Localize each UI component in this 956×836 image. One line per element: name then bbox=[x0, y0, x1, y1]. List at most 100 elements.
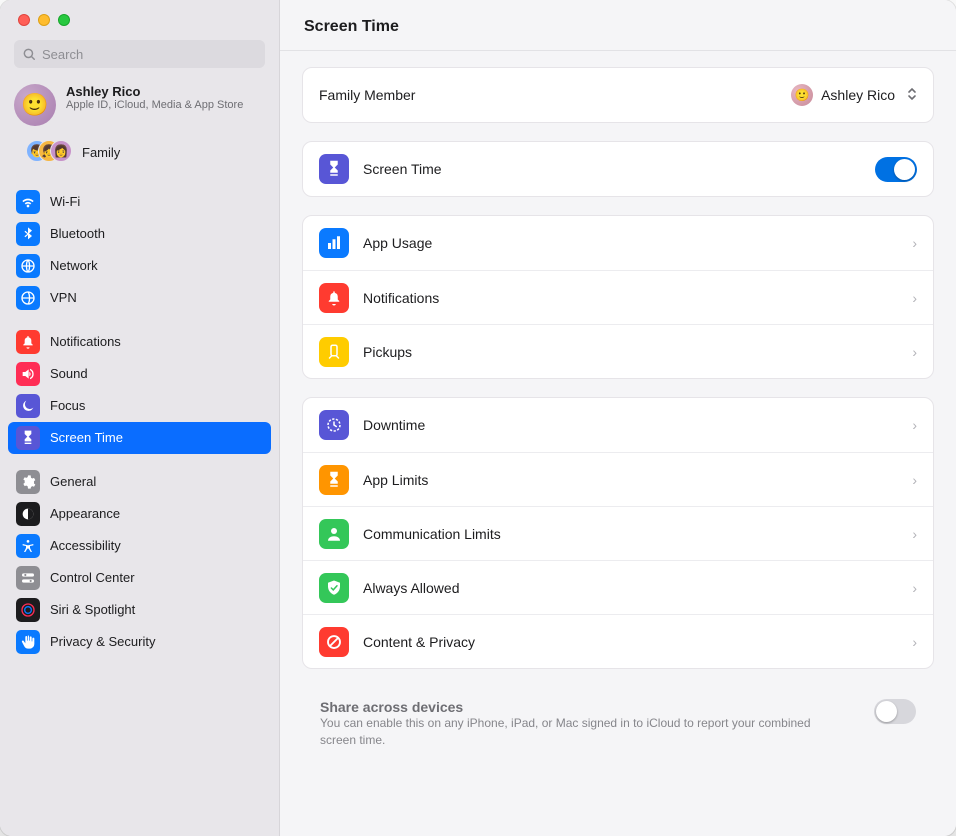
zoom-window-button[interactable] bbox=[58, 14, 70, 26]
pickups-icon bbox=[319, 337, 349, 367]
sidebar-item-label: Privacy & Security bbox=[50, 630, 155, 654]
screen-time-label: Screen Time bbox=[363, 161, 861, 177]
hourglass-icon bbox=[319, 154, 349, 184]
sidebar-item-family[interactable]: 👦👧👩 Family bbox=[0, 134, 279, 176]
share-description: You can enable this on any iPhone, iPad,… bbox=[320, 715, 820, 749]
sidebar-item-privacy-security[interactable]: Privacy & Security bbox=[8, 626, 271, 658]
row-communication-limits[interactable]: Communication Limits › bbox=[303, 506, 933, 560]
row-label: Content & Privacy bbox=[363, 634, 898, 650]
sidebar-item-wi-fi[interactable]: Wi-Fi bbox=[8, 186, 271, 218]
sidebar-item-label: Notifications bbox=[50, 330, 121, 354]
sidebar-item-label: Network bbox=[50, 254, 98, 278]
share-card: Share across devices You can enable this… bbox=[302, 687, 934, 761]
row-label: Downtime bbox=[363, 417, 898, 433]
sidebar-item-label: Focus bbox=[50, 394, 85, 418]
family-label: Family bbox=[82, 145, 120, 160]
content-pane: Screen Time Family Member 🙂 Ashley Rico bbox=[280, 0, 956, 836]
sidebar-group-2: Notifications Sound Focus Screen Time bbox=[8, 320, 271, 460]
sidebar-item-label: Wi-Fi bbox=[50, 190, 80, 214]
family-member-value: Ashley Rico bbox=[821, 87, 895, 103]
hand-icon bbox=[16, 630, 40, 654]
sidebar-item-control-center[interactable]: Control Center bbox=[8, 562, 271, 594]
network-icon bbox=[16, 254, 40, 278]
chevron-right-icon: › bbox=[912, 526, 917, 542]
share-row: Share across devices You can enable this… bbox=[302, 687, 934, 761]
page-title: Screen Time bbox=[304, 18, 932, 36]
account-subtitle: Apple ID, iCloud, Media & App Store bbox=[66, 99, 243, 113]
minimize-window-button[interactable] bbox=[38, 14, 50, 26]
search-input[interactable] bbox=[14, 40, 265, 68]
avatar: 🙂 bbox=[14, 84, 56, 126]
sidebar-group-3: General Appearance Accessibility Control Ce… bbox=[8, 460, 271, 664]
sidebar-item-general[interactable]: General bbox=[8, 466, 271, 498]
sidebar-item-appearance[interactable]: Appearance bbox=[8, 498, 271, 530]
row-label: Communication Limits bbox=[363, 526, 898, 542]
sidebar-item-label: Siri & Spotlight bbox=[50, 598, 135, 622]
sidebar-item-sound[interactable]: Sound bbox=[8, 358, 271, 390]
account-name: Ashley Rico bbox=[66, 84, 243, 99]
row-notifications[interactable]: Notifications › bbox=[303, 270, 933, 324]
sidebar-item-label: Screen Time bbox=[50, 426, 123, 450]
switches-icon bbox=[16, 566, 40, 590]
sidebar-item-notifications[interactable]: Notifications bbox=[8, 326, 271, 358]
hourglass-icon bbox=[319, 465, 349, 495]
screen-time-toggle[interactable] bbox=[875, 157, 917, 182]
sidebar-item-apple-id[interactable]: 🙂 Ashley Rico Apple ID, iCloud, Media & … bbox=[0, 76, 279, 134]
screen-time-row: Screen Time bbox=[303, 142, 933, 196]
person-icon bbox=[319, 519, 349, 549]
sound-icon bbox=[16, 362, 40, 386]
bell-icon bbox=[319, 283, 349, 313]
moon-icon bbox=[16, 394, 40, 418]
content-body: Family Member 🙂 Ashley Rico bbox=[280, 51, 956, 791]
family-member-popup[interactable]: 🙂 Ashley Rico bbox=[791, 84, 917, 106]
close-window-button[interactable] bbox=[18, 14, 30, 26]
vpn-icon bbox=[16, 286, 40, 310]
sidebar-item-accessibility[interactable]: Accessibility bbox=[8, 530, 271, 562]
sidebar-item-label: Control Center bbox=[50, 566, 135, 590]
chevron-right-icon: › bbox=[912, 580, 917, 596]
row-label: Pickups bbox=[363, 344, 898, 360]
limits-card: Downtime›App Limits›Communication Limits… bbox=[302, 397, 934, 669]
sidebar-item-network[interactable]: Network bbox=[8, 250, 271, 282]
system-settings-window: 🙂 Ashley Rico Apple ID, iCloud, Media & … bbox=[0, 0, 956, 836]
gear-icon bbox=[16, 470, 40, 494]
sidebar-group-1: Wi-Fi Bluetooth Network VPN bbox=[8, 180, 271, 320]
screen-time-toggle-card: Screen Time bbox=[302, 141, 934, 197]
row-always-allowed[interactable]: Always Allowed › bbox=[303, 560, 933, 614]
share-toggle[interactable] bbox=[874, 699, 916, 724]
popup-arrows-icon bbox=[907, 87, 917, 104]
bluetooth-icon bbox=[16, 222, 40, 246]
row-app-usage[interactable]: App Usage › bbox=[303, 216, 933, 270]
row-app-limits[interactable]: App Limits › bbox=[303, 452, 933, 506]
sidebar-item-label: General bbox=[50, 470, 96, 494]
family-member-row[interactable]: Family Member 🙂 Ashley Rico bbox=[303, 68, 933, 122]
appearance-icon bbox=[16, 502, 40, 526]
sidebar-item-label: Accessibility bbox=[50, 534, 121, 558]
wifi-icon bbox=[16, 190, 40, 214]
siri-icon bbox=[16, 598, 40, 622]
window-controls bbox=[0, 0, 279, 40]
sidebar-item-label: VPN bbox=[50, 286, 77, 310]
chevron-right-icon: › bbox=[912, 290, 917, 306]
row-content-privacy[interactable]: Content & Privacy› bbox=[303, 614, 933, 668]
clock-icon bbox=[319, 410, 349, 440]
family-avatars: 👦👧👩 bbox=[26, 140, 72, 164]
sidebar-item-screen-time[interactable]: Screen Time bbox=[8, 422, 271, 454]
row-label: Notifications bbox=[363, 290, 898, 306]
sidebar-item-bluetooth[interactable]: Bluetooth bbox=[8, 218, 271, 250]
sidebar-item-focus[interactable]: Focus bbox=[8, 390, 271, 422]
chevron-right-icon: › bbox=[912, 235, 917, 251]
chevron-right-icon: › bbox=[912, 344, 917, 360]
share-title: Share across devices bbox=[320, 699, 858, 715]
sidebar-item-siri-spotlight[interactable]: Siri & Spotlight bbox=[8, 594, 271, 626]
row-downtime[interactable]: Downtime› bbox=[303, 398, 933, 452]
nosign-icon bbox=[319, 627, 349, 657]
row-label: Always Allowed bbox=[363, 580, 898, 596]
family-member-card: Family Member 🙂 Ashley Rico bbox=[302, 67, 934, 123]
row-pickups[interactable]: Pickups › bbox=[303, 324, 933, 378]
sidebar-nav: Wi-Fi Bluetooth Network VPN Notifications So… bbox=[0, 176, 279, 674]
row-label: App Usage bbox=[363, 235, 898, 251]
chevron-right-icon: › bbox=[912, 472, 917, 488]
sidebar-item-vpn[interactable]: VPN bbox=[8, 282, 271, 314]
row-label: App Limits bbox=[363, 472, 898, 488]
